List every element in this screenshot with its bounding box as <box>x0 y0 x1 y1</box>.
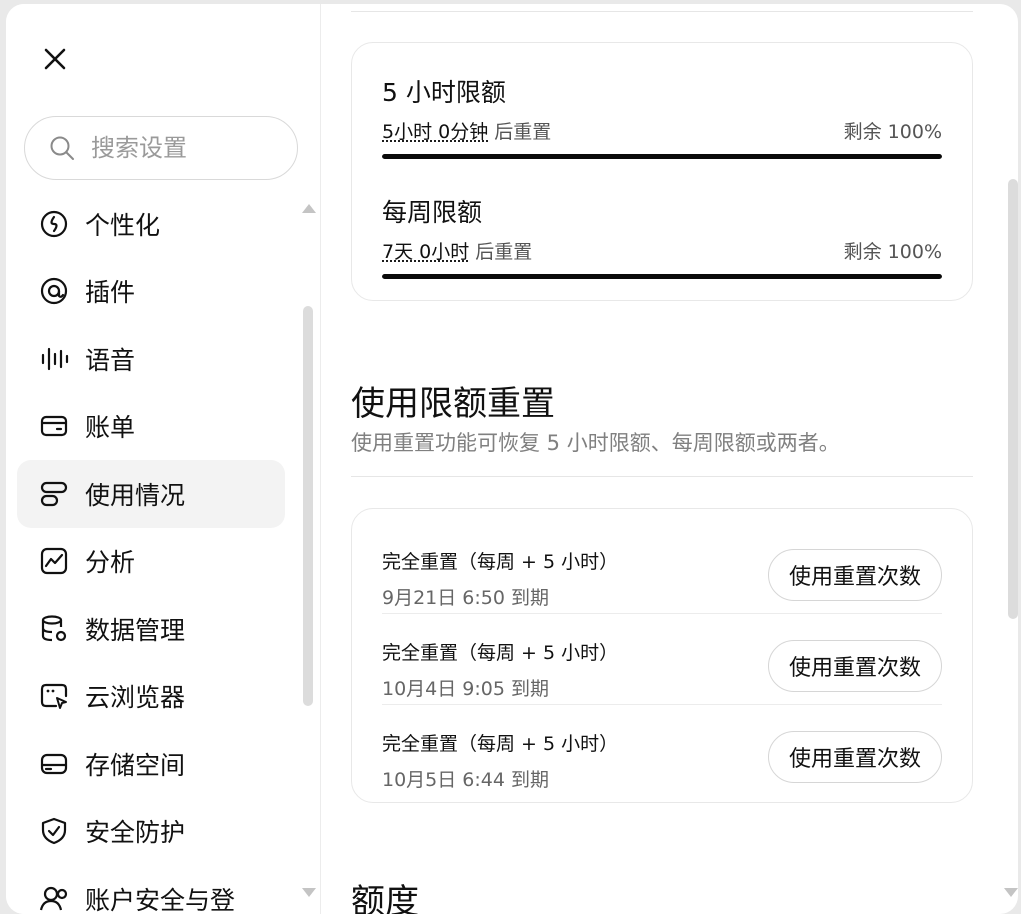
five-hour-quota: 5 小时限额 5小时 0分钟 后重置 剩余 100% <box>382 73 942 159</box>
personalize-icon <box>39 209 69 239</box>
quota-card: 5 小时限额 5小时 0分钟 后重置 剩余 100% 每周限额 7天 0小时 后… <box>351 42 973 301</box>
voice-waveform-icon <box>39 344 69 374</box>
sidebar-item-cloud-browser[interactable]: 云浏览器 <box>17 663 285 731</box>
sidebar-item-label: 语音 <box>85 341 135 377</box>
quota-remaining: 剩余 100% <box>844 117 942 144</box>
sidebar-item-analytics[interactable]: 分析 <box>17 528 285 596</box>
quota-title: 5 小时限额 <box>382 73 942 109</box>
main-content: 5 小时限额 5小时 0分钟 后重置 剩余 100% 每周限额 7天 0小时 后… <box>321 4 1018 914</box>
reset-item-expiry: 10月4日 9:05 到期 <box>382 674 549 701</box>
plugin-icon <box>39 276 69 306</box>
quota-reset-suffix: 后重置 <box>475 241 532 263</box>
sidebar-item-security[interactable]: 安全防护 <box>17 798 285 866</box>
reset-item-expiry: 9月21日 6:50 到期 <box>382 583 549 610</box>
reset-item: 完全重置（每周 + 5 小时） 10月5日 6:44 到期 使用重置次数 <box>382 705 942 796</box>
credits-section-title: 额度 <box>351 874 419 914</box>
reset-item-title: 完全重置（每周 + 5 小时） <box>382 638 618 665</box>
sidebar-item-storage[interactable]: 存储空间 <box>17 730 285 798</box>
sidebar-item-account-security[interactable]: 账户安全与登 <box>17 865 285 914</box>
quota-reset-suffix: 后重置 <box>494 121 551 143</box>
usage-icon <box>39 479 69 509</box>
sidebar-item-label: 账单 <box>85 408 135 444</box>
account-security-icon <box>39 884 69 914</box>
sidebar-scroll-up-arrow[interactable] <box>302 204 316 213</box>
sidebar-item-label: 账户安全与登 <box>85 881 235 914</box>
quota-progress-fill <box>382 274 942 279</box>
settings-window: 个性化 插件 语音 账单 <box>6 4 1018 914</box>
sidebar-item-usage[interactable]: 使用情况 <box>17 460 285 528</box>
sidebar-item-plugins[interactable]: 插件 <box>17 258 285 326</box>
reset-item-title: 完全重置（每周 + 5 小时） <box>382 729 618 756</box>
main-scroll-down-arrow[interactable] <box>1004 888 1018 897</box>
quota-reset-time: 5小时 0分钟 <box>382 121 488 143</box>
sidebar-item-personalization[interactable]: 个性化 <box>17 190 285 258</box>
divider <box>351 476 973 477</box>
weekly-quota: 每周限额 7天 0小时 后重置 剩余 100% <box>382 193 942 279</box>
sidebar-nav: 个性化 插件 语音 账单 使用情况 分析 数据管理 云浏览器 存储空间 安全防护… <box>17 190 285 914</box>
sidebar-item-label: 数据管理 <box>85 611 185 647</box>
quota-info-row: 7天 0小时 后重置 剩余 100% <box>382 237 942 264</box>
sidebar-scrollbar-thumb[interactable] <box>303 306 313 706</box>
use-reset-button[interactable]: 使用重置次数 <box>768 549 942 601</box>
sidebar-item-label: 存储空间 <box>85 746 185 782</box>
database-gear-icon <box>39 614 69 644</box>
storage-drive-icon <box>39 749 69 779</box>
quota-info-row: 5小时 0分钟 后重置 剩余 100% <box>382 117 942 144</box>
cloud-browser-icon <box>39 681 69 711</box>
search-box[interactable] <box>24 116 298 180</box>
billing-card-icon <box>39 411 69 441</box>
sidebar-item-label: 插件 <box>85 273 135 309</box>
settings-sidebar: 个性化 插件 语音 账单 <box>6 4 321 914</box>
sidebar-item-label: 分析 <box>85 543 135 579</box>
quota-remaining: 剩余 100% <box>844 237 942 264</box>
analytics-chart-icon <box>39 546 69 576</box>
reset-item-expiry: 10月5日 6:44 到期 <box>382 765 549 792</box>
sidebar-item-billing[interactable]: 账单 <box>17 393 285 461</box>
reset-item: 完全重置（每周 + 5 小时） 10月4日 9:05 到期 使用重置次数 <box>382 614 942 705</box>
main-scrollbar-thumb[interactable] <box>1008 179 1018 619</box>
quota-title: 每周限额 <box>382 193 942 229</box>
sidebar-item-data-management[interactable]: 数据管理 <box>17 595 285 663</box>
quota-reset-info: 7天 0小时 后重置 <box>382 237 532 264</box>
search-input[interactable] <box>89 133 263 163</box>
quota-reset-time: 7天 0小时 <box>382 241 469 263</box>
sidebar-item-label: 使用情况 <box>85 476 185 512</box>
quota-progress-bar <box>382 274 942 279</box>
quota-progress-bar <box>382 154 942 159</box>
sidebar-scroll-down-arrow[interactable] <box>302 888 316 897</box>
search-icon <box>49 135 75 161</box>
reset-item-title: 完全重置（每周 + 5 小时） <box>382 547 618 574</box>
close-icon <box>43 47 67 71</box>
reset-item: 完全重置（每周 + 5 小时） 9月21日 6:50 到期 使用重置次数 <box>382 523 942 614</box>
reset-section-description: 使用重置功能可恢复 5 小时限额、每周限额或两者。 <box>351 427 840 457</box>
sidebar-item-label: 云浏览器 <box>85 678 185 714</box>
reset-list-card: 完全重置（每周 + 5 小时） 9月21日 6:50 到期 使用重置次数 完全重… <box>351 508 973 803</box>
quota-reset-info: 5小时 0分钟 后重置 <box>382 117 551 144</box>
close-button[interactable] <box>40 44 70 74</box>
reset-section-title: 使用限额重置 <box>351 376 555 425</box>
use-reset-button[interactable]: 使用重置次数 <box>768 731 942 783</box>
divider <box>351 11 973 12</box>
use-reset-button[interactable]: 使用重置次数 <box>768 640 942 692</box>
sidebar-item-voice[interactable]: 语音 <box>17 325 285 393</box>
shield-check-icon <box>39 816 69 846</box>
quota-progress-fill <box>382 154 942 159</box>
sidebar-item-label: 个性化 <box>85 206 160 242</box>
sidebar-item-label: 安全防护 <box>85 813 185 849</box>
